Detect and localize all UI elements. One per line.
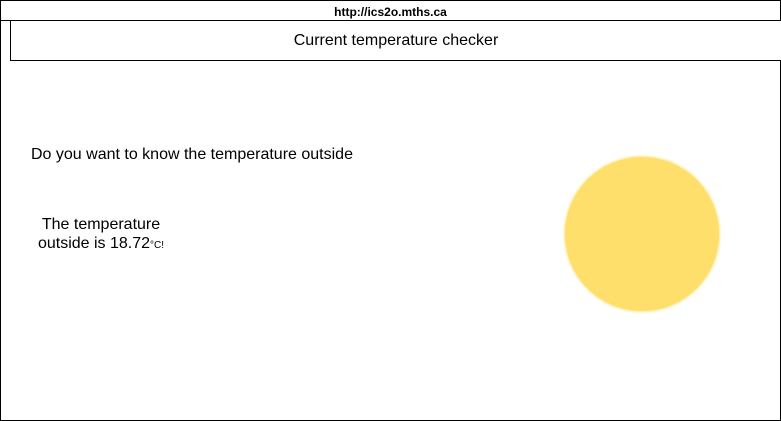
url-text: http://ics2o.mths.ca bbox=[334, 5, 447, 19]
temperature-value: 18.72 bbox=[110, 235, 151, 252]
temperature-unit: °C! bbox=[150, 240, 165, 251]
page-header: Current temperature checker bbox=[10, 20, 781, 61]
question-text[interactable]: Do you want to know the temperature outs… bbox=[31, 145, 353, 165]
sun-icon bbox=[565, 157, 719, 311]
url-bar[interactable]: http://ics2o.mths.ca bbox=[0, 0, 781, 22]
temperature-result: The temperature outside is 18.72°C! bbox=[34, 215, 168, 255]
page-title: Current temperature checker bbox=[293, 32, 499, 49]
